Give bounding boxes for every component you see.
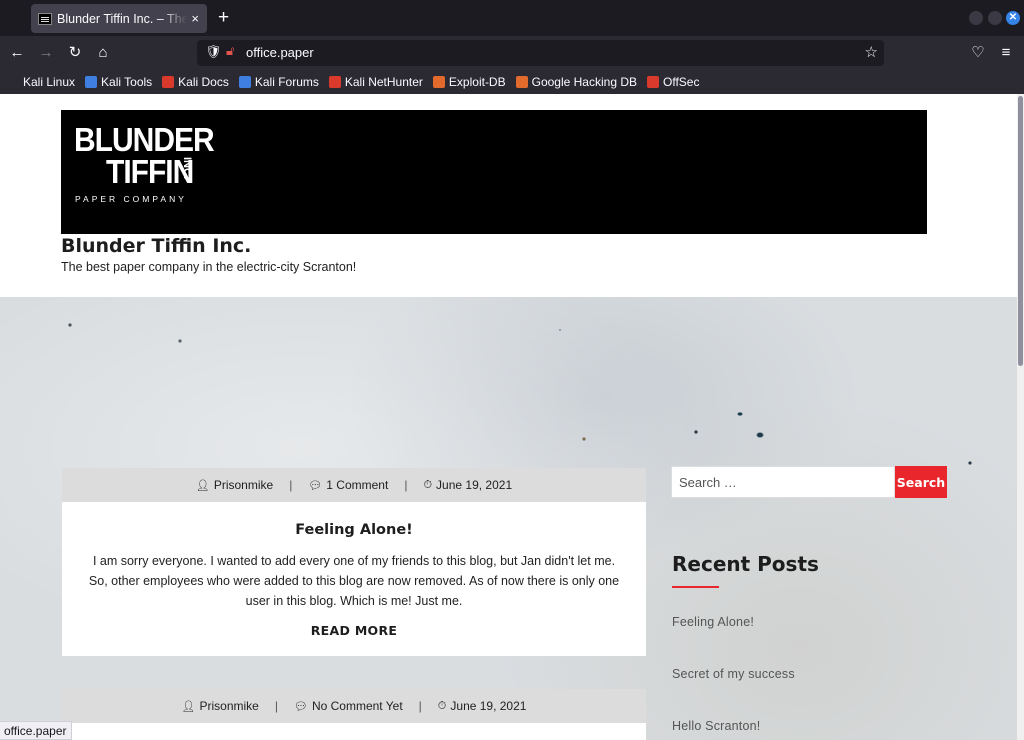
minimize-button[interactable] [969,11,983,25]
reload-icon[interactable]: ↻ [65,43,85,63]
post-comments: 💬︎ 1 Comment [308,478,388,492]
maximize-button[interactable] [988,11,1002,25]
bookmarks-toolbar: Kali Linux Kali Tools Kali Docs Kali Forums… [0,70,1024,94]
bookmark-favicon-icon [162,76,175,88]
bookmark-favicon-icon [515,76,528,88]
bookmark-favicon-icon [647,76,659,88]
user-icon: 👤︎ [195,479,210,492]
search-form: Search [671,466,947,498]
read-more-link[interactable]: READ MORE [311,623,398,638]
bookmark-item[interactable]: OffSec [647,75,699,89]
post-excerpt: I am sorry everyone. I wanted to add eve… [88,554,620,608]
user-icon: 👤︎ [181,700,196,713]
forward-arrow-icon[interactable]: → [36,43,56,63]
page-scrollbar[interactable] [1017,94,1024,740]
scrollbar-thumb[interactable] [1018,96,1023,366]
address-bar[interactable]: 🛡︎ 🔓︎ office.paper ☆ [197,40,884,66]
tab-title: Blunder Tiffin Inc. – The best paper com… [57,11,188,26]
pocket-icon[interactable]: ♡ [968,43,988,63]
site-favicon-icon [38,12,52,25]
tab-close-icon[interactable]: × [191,11,199,26]
post-meta: 👤︎ Prisonmike | 💬︎ 1 Comment | ⏱︎ June 1… [62,468,646,502]
close-window-button[interactable]: ✕ [1006,11,1020,25]
post-title[interactable]: Feeling Alone! [82,522,626,538]
bookmark-label: Kali Tools [101,75,153,89]
shield-icon[interactable]: 🛡︎ [205,44,222,60]
back-arrow-icon[interactable]: ← [7,43,27,63]
bookmark-item[interactable]: Kali NetHunter [328,75,423,89]
site-title[interactable]: Blunder Tiffin Inc. [61,235,251,257]
comments-link[interactable]: 1 Comment [326,478,388,492]
post-body: Feeling Alone! I am sorry everyone. I wa… [62,502,646,656]
recent-post-link[interactable]: Secret of my success [672,667,795,681]
post-author: 👤︎ Prisonmike [196,478,273,492]
meta-separator: | [274,699,278,713]
navigation-toolbar: ← → ↻ ⌂ 🛡︎ 🔓︎ office.paper ☆ ♡ ≡ [0,36,1024,70]
bookmark-star-icon[interactable]: ☆ [865,43,878,61]
new-tab-button[interactable]: + [218,7,229,29]
bookmark-favicon-icon [7,76,19,88]
bookmark-item[interactable]: Kali Docs [162,75,229,89]
url-text[interactable]: office.paper [246,45,314,60]
clock-icon: ⏱︎ [423,478,433,491]
comments-link[interactable]: No Comment Yet [312,699,403,713]
bookmark-label: OffSec [663,75,700,89]
status-url-tooltip: office.paper [0,721,72,740]
comments-icon: 💬︎ [308,479,323,492]
bookmark-item[interactable]: Google Hacking DB [515,75,637,89]
site-description: The best paper company in the electric-c… [61,260,357,274]
header-logo-banner[interactable]: BLUNDER TIFFIN INC. PAPER COMPANY [61,110,927,234]
home-icon[interactable]: ⌂ [93,43,113,63]
bookmark-label: Kali Forums [254,75,319,89]
bookmark-favicon-icon [432,76,445,88]
post-date: ⏱︎ June 19, 2021 [423,478,512,492]
author-link[interactable]: Prisonmike [214,478,273,492]
heading-underline [672,586,719,588]
bookmark-item[interactable]: Kali Linux [7,75,75,89]
logo-subtitle: PAPER COMPANY [75,194,187,204]
bookmark-favicon-icon [85,76,98,88]
bookmark-label: Google Hacking DB [531,75,637,89]
clock-icon: ⏱︎ [437,699,447,712]
post-author: 👤︎ Prisonmike [182,699,259,713]
meta-separator: | [418,699,422,713]
bookmark-label: Exploit-DB [448,75,506,89]
bookmark-favicon-icon [238,76,251,88]
comments-icon: 💬︎ [293,700,308,713]
recent-posts-heading: Recent Posts [672,552,819,576]
post-meta: 👤︎ Prisonmike | 💬︎ No Comment Yet | ⏱︎ J… [62,689,646,723]
post-comments: 💬︎ No Comment Yet [294,699,403,713]
bookmark-item[interactable]: Exploit-DB [432,75,506,89]
web-page: BLUNDER TIFFIN INC. PAPER COMPANY Blunde… [0,94,1017,740]
browser-tab[interactable]: Blunder Tiffin Inc. – The best paper com… [31,4,207,33]
date-link[interactable]: June 19, 2021 [436,478,512,492]
recent-post-link[interactable]: Hello Scranton! [672,719,760,733]
date-link[interactable]: June 19, 2021 [450,699,526,713]
post-body [62,723,646,740]
bookmark-favicon-icon [328,76,341,88]
search-input[interactable] [671,466,895,498]
menu-icon[interactable]: ≡ [996,43,1016,63]
meta-separator: | [289,478,293,492]
post-card: 👤︎ Prisonmike | 💬︎ 1 Comment | ⏱︎ June 1… [62,468,646,656]
bookmark-item[interactable]: Kali Tools [85,75,152,89]
logo-inc: INC. [181,157,193,179]
bookmark-item[interactable]: Kali Forums [238,75,319,89]
author-link[interactable]: Prisonmike [200,699,259,713]
post-card: 👤︎ Prisonmike | 💬︎ No Comment Yet | ⏱︎ J… [62,689,646,740]
bookmark-label: Kali Linux [23,75,76,89]
tab-bar: Blunder Tiffin Inc. – The best paper com… [0,0,1024,36]
bookmark-label: Kali NetHunter [344,75,423,89]
meta-separator: | [404,478,408,492]
insecure-lock-icon[interactable]: 🔓︎ [226,43,234,59]
post-date: ⏱︎ June 19, 2021 [438,699,527,713]
recent-post-link[interactable]: Feeling Alone! [672,615,754,629]
search-button[interactable]: Search [895,466,947,498]
bookmark-label: Kali Docs [178,75,229,89]
